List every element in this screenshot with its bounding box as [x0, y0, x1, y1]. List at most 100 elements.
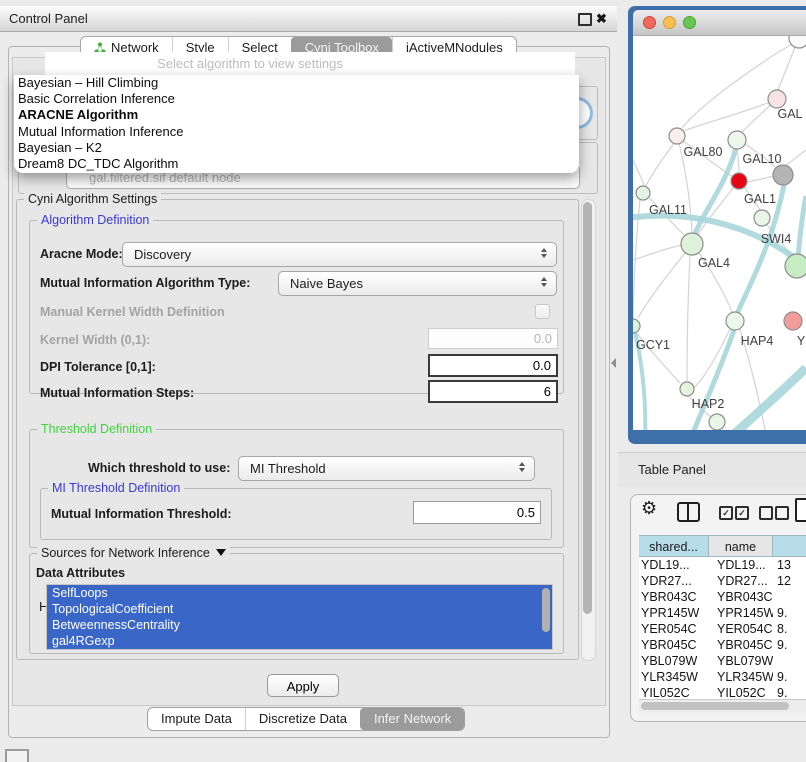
- panel-split-handle[interactable]: [611, 358, 616, 368]
- mi-threshold-definition-legend: MI Threshold Definition: [48, 481, 184, 495]
- network-edge: [747, 176, 774, 182]
- gear-icon[interactable]: ⚙: [641, 498, 657, 519]
- network-node[interactable]: [789, 36, 806, 48]
- bottom-tab-discretize-data[interactable]: Discretize Data: [245, 708, 360, 730]
- network-node-gal80[interactable]: [669, 128, 685, 144]
- table-row[interactable]: YIL052CYIL052C9.: [639, 685, 806, 699]
- algorithm-option-mutual-information-inference[interactable]: Mutual Information Inference: [14, 124, 579, 140]
- zoom-traffic-light[interactable]: [683, 16, 696, 29]
- network-node[interactable]: [709, 414, 725, 430]
- algorithm-option-basic-correlation-inference[interactable]: Basic Correlation Inference: [14, 91, 579, 107]
- algorithm-option-bayesian-k2[interactable]: Bayesian – K2: [14, 140, 579, 156]
- data-attributes-list[interactable]: SelfLoopsTopologicalCoefficientBetweenne…: [46, 584, 553, 650]
- table-cell: YPR145W: [709, 605, 773, 621]
- table-row[interactable]: YBR043CYBR043C: [639, 589, 806, 605]
- network-node-gal1[interactable]: [731, 173, 747, 189]
- table-hscrollbar-thumb[interactable]: [641, 702, 789, 710]
- tab-label: Impute Data: [161, 708, 232, 730]
- manual-kernel-width-checkbox[interactable]: [535, 304, 550, 319]
- table-cell: YBR043C: [709, 589, 773, 605]
- table-cell: YER054C: [639, 621, 709, 637]
- table-cell: 8.: [773, 621, 806, 637]
- which-threshold-combo[interactable]: MI Threshold: [238, 456, 535, 481]
- table-cell: 9.: [773, 669, 806, 685]
- network-node-label: GAL10: [743, 152, 782, 166]
- attribute-item-betweennesscentrality[interactable]: BetweennessCentrality: [47, 617, 552, 633]
- network-window-titlebar[interactable]: [633, 10, 806, 36]
- column-header-hidden[interactable]: [773, 535, 806, 557]
- table-horizontal-scrollbar[interactable]: [639, 699, 806, 713]
- table-body: YDL19...YDL19...13YDR27...YDR27...12YBR0…: [639, 535, 806, 699]
- close-traffic-light[interactable]: [643, 16, 656, 29]
- select-all-check-icon[interactable]: ✓: [735, 506, 749, 520]
- attribute-item-topologicalcoefficient[interactable]: TopologicalCoefficient: [47, 601, 552, 617]
- close-icon[interactable]: ✖: [596, 9, 607, 29]
- column-header-name[interactable]: name: [709, 535, 773, 557]
- network-node-label: HAP4: [741, 334, 774, 348]
- network-node-gal11[interactable]: [636, 186, 650, 200]
- node-table[interactable]: shared...name YDL19...YDL19...13YDR27...…: [639, 535, 806, 699]
- new-table-icon[interactable]: [795, 498, 806, 522]
- table-row[interactable]: YBL079WYBL079W: [639, 653, 806, 669]
- network-node-hap4[interactable]: [726, 312, 744, 330]
- network-node-gal4[interactable]: [681, 233, 703, 255]
- network-node-label: GAL80: [684, 145, 723, 159]
- table-row[interactable]: YLR345WYLR345W9.: [639, 669, 806, 685]
- deselect-all-box-icon[interactable]: [759, 506, 773, 520]
- table-row[interactable]: YBR045CYBR045C9.: [639, 637, 806, 653]
- table-row[interactable]: YDL19...YDL19...13: [639, 557, 806, 573]
- network-node-gcy1[interactable]: [633, 319, 640, 333]
- attribute-item-gal4rgexp[interactable]: gal4RGexp: [47, 633, 552, 649]
- bottom-tab-impute-data[interactable]: Impute Data: [148, 708, 245, 730]
- deselect-all-box-icon[interactable]: [775, 506, 789, 520]
- settings-scrollbar-thumb[interactable]: [583, 202, 592, 614]
- manual-kernel-width-label: Manual Kernel Width Definition: [40, 305, 225, 319]
- network-node-gal[interactable]: [768, 90, 786, 108]
- minimized-panel-icon[interactable]: [5, 749, 29, 762]
- network-node[interactable]: [773, 165, 793, 185]
- table-cell: YLR345W: [639, 669, 709, 685]
- settings-scrollbar[interactable]: [581, 199, 596, 661]
- network-edge: [778, 42, 797, 90]
- threshold-definition-group: Threshold Definition Which threshold to …: [29, 429, 564, 548]
- network-view-window[interactable]: GALGAL80GAL10GAL1GAL11GAL4SWI4GCY1HAP4YH…: [628, 6, 806, 444]
- mi-threshold-label: Mutual Information Threshold:: [51, 507, 232, 521]
- attribute-item-selfloops[interactable]: SelfLoops: [47, 585, 552, 601]
- column-header-shared[interactable]: shared...: [639, 535, 709, 557]
- network-graph: GALGAL80GAL10GAL1GAL11GAL4SWI4GCY1HAP4YH…: [633, 36, 806, 430]
- algorithm-option-dream8-dc-tdc-algorithm[interactable]: Dream8 DC_TDC Algorithm: [14, 156, 579, 172]
- network-node-y[interactable]: [784, 312, 802, 330]
- network-node-hap2[interactable]: [680, 382, 694, 396]
- aracne-mode-combo[interactable]: Discovery: [122, 242, 557, 267]
- table-cell: 9.: [773, 637, 806, 653]
- attributes-scrollbar-thumb[interactable]: [542, 588, 550, 632]
- which-threshold-value: MI Threshold: [250, 461, 326, 476]
- mi-algorithm-type-combo[interactable]: Naive Bayes: [278, 271, 557, 296]
- table-row[interactable]: YPR145WYPR145W9.: [639, 605, 806, 621]
- network-node-gal10[interactable]: [728, 131, 746, 149]
- network-node[interactable]: [754, 210, 770, 226]
- table-cell: YBR045C: [709, 637, 773, 653]
- network-node-swi4[interactable]: [785, 254, 806, 278]
- aracne-mode-value: Discovery: [134, 247, 191, 262]
- select-all-check-icon[interactable]: ✓: [719, 506, 733, 520]
- table-cell: 13: [773, 557, 806, 573]
- mi-steps-field[interactable]: [428, 380, 558, 403]
- bottom-tab-infer-network[interactable]: Infer Network: [360, 708, 464, 730]
- dpi-tolerance-field[interactable]: [428, 354, 558, 377]
- sources-group: Sources for Network Inference Data Attri…: [29, 553, 564, 654]
- control-panel-title: Control Panel: [9, 6, 88, 31]
- minimize-traffic-light[interactable]: [663, 16, 676, 29]
- table-row[interactable]: YER054CYER054C8.: [639, 621, 806, 637]
- kernel-width-field[interactable]: [428, 328, 558, 349]
- mi-threshold-field[interactable]: [413, 501, 541, 524]
- algorithm-option-aracne-algorithm[interactable]: ARACNE Algorithm: [14, 107, 579, 123]
- table-row[interactable]: YDR27...YDR27...12: [639, 573, 806, 589]
- algorithm-option-bayesian-hill-climbing[interactable]: Bayesian – Hill Climbing: [14, 75, 579, 91]
- split-pane-icon[interactable]: [677, 502, 700, 522]
- table-cell: YBL079W: [639, 653, 709, 669]
- algorithm-select-combo[interactable]: Select algorithm to view settings: [45, 52, 575, 75]
- network-canvas[interactable]: GALGAL80GAL10GAL1GAL11GAL4SWI4GCY1HAP4YH…: [633, 36, 806, 430]
- apply-button[interactable]: Apply: [267, 674, 339, 697]
- float-window-icon[interactable]: [578, 13, 592, 26]
